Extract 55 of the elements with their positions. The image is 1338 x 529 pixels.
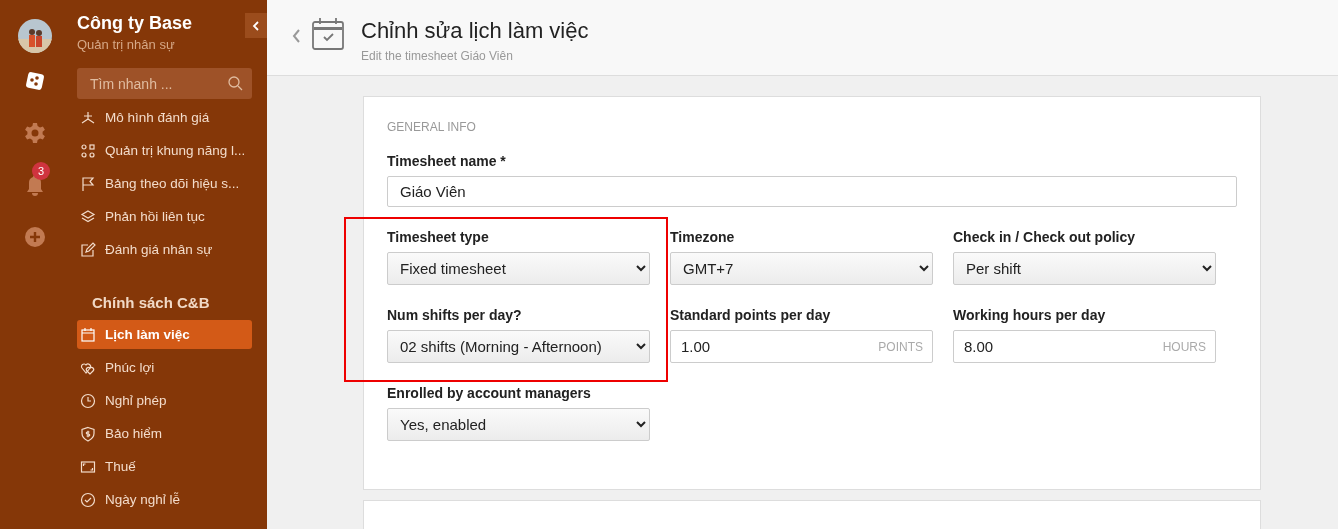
sidebar-item[interactable]: Lịch làm việc bbox=[77, 320, 252, 349]
edit-icon bbox=[80, 241, 96, 258]
check-circle-icon bbox=[80, 491, 96, 508]
field-label: Num shifts per day? bbox=[387, 307, 523, 323]
clock-icon bbox=[80, 392, 96, 409]
field-label: Working hours per day bbox=[953, 307, 1107, 323]
sidebar-item[interactable]: Đánh giá nhân sự bbox=[77, 235, 252, 264]
section-heading: Chính sách C&B bbox=[92, 294, 211, 311]
field-label: Check in / Check out policy bbox=[953, 229, 1137, 245]
back-chevron-icon[interactable] bbox=[291, 28, 301, 44]
collapse-button[interactable] bbox=[245, 13, 267, 38]
chevron-left-icon bbox=[252, 20, 260, 31]
notification-badge: 3 bbox=[32, 162, 50, 180]
dropdown[interactable]: Yes, enabled bbox=[387, 408, 650, 441]
sidebar-item[interactable]: Bảng theo dõi hiệu s... bbox=[77, 169, 252, 198]
field-label: Timesheet type bbox=[387, 229, 490, 245]
field-label: Timezone bbox=[670, 229, 736, 245]
sidebar-item[interactable]: Thuế bbox=[77, 452, 252, 481]
sidebar-item[interactable]: Phản hồi liên tục bbox=[77, 202, 252, 231]
frame-icon bbox=[80, 458, 96, 475]
section-heading: GENERAL INFO bbox=[387, 120, 477, 134]
search-icon bbox=[228, 76, 243, 91]
sidebar-item[interactable]: Phúc lợi bbox=[77, 353, 252, 382]
sidebar-item[interactable]: Mô hình đánh giá bbox=[77, 103, 252, 132]
name-field[interactable]: Giáo Viên bbox=[387, 176, 1237, 207]
dropdown[interactable]: Per shift bbox=[953, 252, 1216, 285]
field-label: Timesheet name * bbox=[387, 153, 507, 169]
tripod-icon bbox=[80, 109, 96, 126]
unit-label: POINTS bbox=[878, 340, 923, 354]
grid-icon bbox=[80, 142, 96, 159]
search-field[interactable]: Tìm nhanh ... bbox=[77, 68, 252, 99]
dice-logo-icon[interactable] bbox=[25, 71, 45, 91]
calendar-check-icon bbox=[311, 17, 345, 51]
sidebar-item[interactable]: Bảo hiểm bbox=[77, 419, 252, 448]
field-label: Enrolled by account managers bbox=[387, 385, 592, 401]
dropdown[interactable]: Fixed timesheet bbox=[387, 252, 650, 285]
sidebar-item[interactable]: Quản trị khung năng l... bbox=[77, 136, 252, 165]
page-subtitle: Edit the timesheet Giáo Viên bbox=[361, 49, 514, 63]
layers-icon bbox=[80, 208, 96, 225]
dropdown[interactable]: GMT+7 bbox=[670, 252, 933, 285]
bell-icon[interactable] bbox=[25, 174, 45, 196]
shield-icon bbox=[80, 425, 96, 442]
avatar[interactable] bbox=[18, 19, 52, 53]
sidebar-item[interactable]: Ngày nghỉ lễ bbox=[77, 485, 252, 514]
company-name: Công ty Base bbox=[77, 13, 193, 34]
sidebar-item[interactable]: Nghỉ phép bbox=[77, 386, 252, 415]
dropdown[interactable]: 02 shifts (Morning - Afternoon) bbox=[387, 330, 650, 363]
field-label: Standard points per day bbox=[670, 307, 832, 323]
company-subtitle: Quản trị nhân sự bbox=[77, 37, 176, 52]
settings-icon[interactable] bbox=[24, 122, 46, 144]
calendar-icon bbox=[80, 326, 96, 343]
flag-icon bbox=[80, 175, 96, 192]
page-title: Chỉnh sửa lịch làm việc bbox=[361, 18, 589, 44]
add-icon[interactable] bbox=[24, 226, 46, 248]
unit-label: HOURS bbox=[1162, 340, 1206, 354]
